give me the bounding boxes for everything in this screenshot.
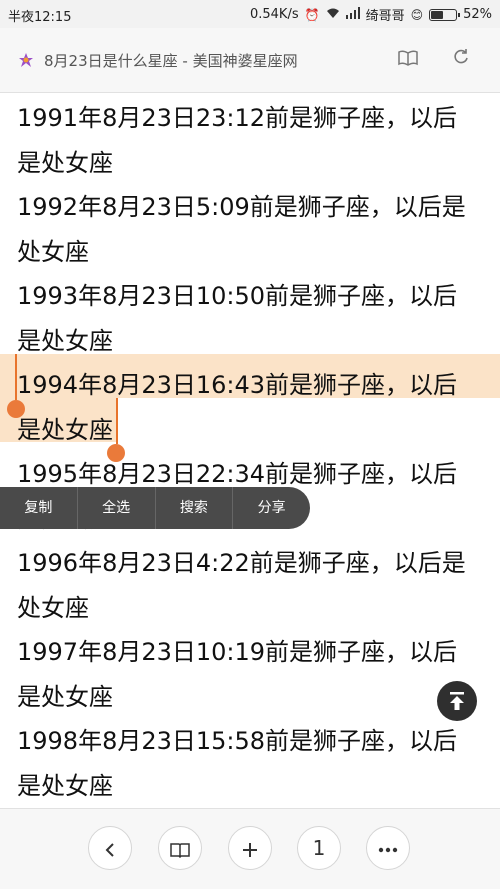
- back-button[interactable]: [88, 826, 132, 870]
- list-item: 1993年8月23日10:50前是狮子座，以后 是处女座: [17, 274, 487, 363]
- carrier-name: 绮哥哥: [365, 9, 405, 24]
- share-button[interactable]: 分享: [233, 487, 310, 529]
- site-favicon-icon: [18, 52, 34, 68]
- selection-start-handle[interactable]: [7, 400, 25, 418]
- entry-line-1: 1994年8月23日16:43前是狮子座，以后: [17, 371, 458, 399]
- page-content[interactable]: 1991年8月23日23:12前是狮子座，以后 是处女座 1992年8月23日5…: [0, 92, 500, 808]
- entry-line-1: 1991年8月23日23:12前是狮子座，以后: [17, 104, 458, 132]
- selection-end-line: [116, 398, 118, 444]
- entry-line-1: 1998年8月23日15:58前是狮子座，以后: [17, 727, 458, 755]
- scroll-to-top-button[interactable]: [437, 681, 477, 721]
- wifi-icon: [326, 7, 340, 22]
- alarm-off-icon: ⏰: [304, 7, 320, 22]
- list-item: 1997年8月23日10:19前是狮子座，以后 是处女座: [17, 630, 487, 719]
- battery-percent: 52%: [463, 7, 492, 22]
- more-menu-button[interactable]: [366, 826, 410, 870]
- entry-line-2: 处女座: [17, 237, 89, 266]
- status-bar: 半夜12:15 0.54K/s ⏰ 绮哥哥 😊 52%: [0, 0, 500, 28]
- list-item: 1991年8月23日23:12前是狮子座，以后 是处女座: [17, 96, 487, 185]
- signal-icon: [345, 7, 360, 22]
- status-right: 0.54K/s ⏰ 绮哥哥 😊 52%: [250, 5, 492, 24]
- selection-start-line: [15, 354, 17, 400]
- copy-button[interactable]: 复制: [0, 487, 78, 529]
- search-button[interactable]: 搜索: [156, 487, 234, 529]
- status-time: 半夜12:15: [8, 10, 72, 25]
- arrow-up-icon: [450, 692, 464, 710]
- battery-fill: [431, 10, 444, 19]
- entry-line-1: 1993年8月23日10:50前是狮子座，以后: [17, 282, 458, 310]
- selection-end-handle[interactable]: [107, 444, 125, 462]
- select-all-button[interactable]: 全选: [78, 487, 156, 529]
- book-icon: [170, 836, 190, 860]
- address-bar[interactable]: 8月23日是什么星座 - 美国神婆星座网: [0, 28, 500, 93]
- entry-line-2: 是处女座: [17, 415, 113, 444]
- emoji-icon: 😊: [410, 7, 424, 22]
- entry-line-1: 1992年8月23日5:09前是狮子座，以后是: [17, 193, 466, 221]
- bookmarks-button[interactable]: [158, 826, 202, 870]
- entry-line-2: 是处女座: [17, 682, 113, 711]
- plus-icon: [241, 836, 259, 860]
- chevron-left-icon: [103, 836, 117, 860]
- reader-mode-icon[interactable]: [398, 50, 418, 70]
- network-speed: 0.54K/s: [249, 7, 299, 22]
- tabs-count: 1: [312, 836, 326, 860]
- tabs-button[interactable]: 1: [297, 826, 341, 870]
- new-tab-button[interactable]: [228, 826, 272, 870]
- entry-line-2: 是处女座: [17, 148, 113, 177]
- refresh-icon[interactable]: [452, 48, 470, 71]
- entry-line-1: 1997年8月23日10:19前是狮子座，以后: [17, 638, 458, 666]
- battery-icon: [429, 8, 461, 21]
- page-title[interactable]: 8月23日是什么星座 - 美国神婆星座网: [44, 50, 298, 71]
- list-item: 1992年8月23日5:09前是狮子座，以后是 处女座: [17, 185, 487, 274]
- entry-line-1: 1996年8月23日4:22前是狮子座，以后是: [17, 549, 466, 577]
- more-dots-icon: [378, 836, 398, 860]
- list-item-selected[interactable]: 1994年8月23日16:43前是狮子座，以后 是处女座: [17, 363, 487, 452]
- bottom-toolbar: 1: [0, 808, 500, 889]
- text-selection-toolbar: 复制 全选 搜索 分享: [0, 487, 310, 529]
- entry-line-2: 处女座: [17, 593, 89, 622]
- entry-line-2: 是处女座: [17, 326, 113, 355]
- list-item: 1996年8月23日4:22前是狮子座，以后是 处女座: [17, 541, 487, 630]
- entry-line-2: 是处女座: [17, 771, 113, 800]
- list-item: 1998年8月23日15:58前是狮子座，以后 是处女座: [17, 719, 487, 808]
